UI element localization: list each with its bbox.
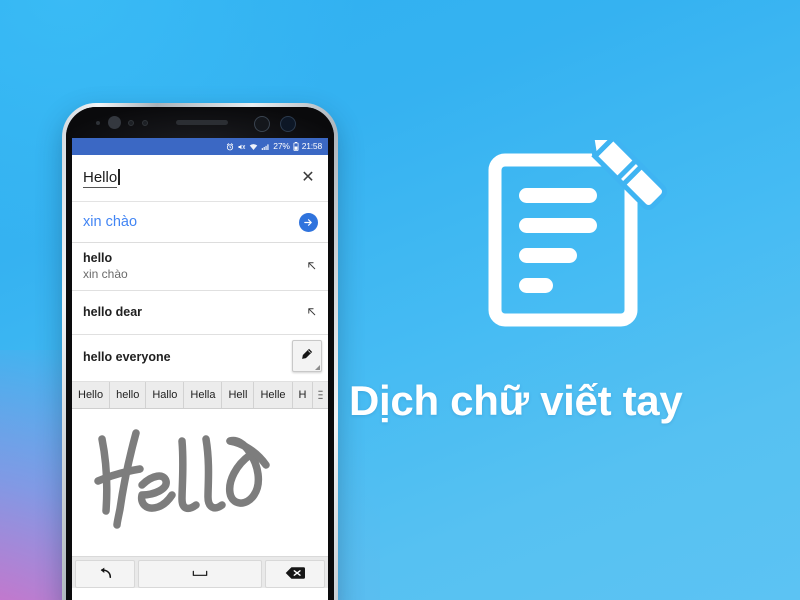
iris-scanner-icon: [254, 116, 270, 132]
promo-banner: 27% 21:58 Hello ✕ xin chào hello xin chà…: [0, 0, 800, 600]
handwriting-canvas[interactable]: [72, 409, 328, 557]
candidate-1[interactable]: hello: [110, 382, 147, 408]
search-row[interactable]: Hello ✕: [72, 155, 328, 202]
more-options-icon[interactable]: [313, 382, 328, 408]
undo-icon: [98, 567, 113, 582]
mute-icon: [237, 143, 246, 151]
suggestion-word: hello: [83, 250, 113, 265]
led-indicator-icon: [96, 121, 100, 125]
translation-result: xin chào: [83, 214, 138, 230]
phone-glass: 27% 21:58 Hello ✕ xin chào hello xin chà…: [66, 107, 334, 600]
candidate-5[interactable]: Helle: [254, 382, 293, 408]
arrow-right-icon: [298, 212, 318, 232]
text-caret: [118, 168, 120, 185]
battery-icon: [293, 142, 299, 151]
arrow-northwest-icon[interactable]: [294, 259, 328, 274]
suggestion-translation: xin chào: [83, 266, 128, 281]
status-clock: 21:58: [301, 141, 322, 152]
pen-icon: [300, 347, 314, 366]
candidate-3[interactable]: Hella: [184, 382, 223, 408]
space-icon: [192, 567, 208, 581]
go-button[interactable]: [288, 212, 328, 232]
list-item[interactable]: hello xin chào: [72, 243, 328, 291]
search-input[interactable]: Hello: [72, 168, 288, 188]
status-bar: 27% 21:58: [72, 138, 328, 155]
backspace-icon: [285, 566, 305, 583]
translation-row[interactable]: xin chào: [72, 202, 328, 243]
signal-icon: [261, 143, 270, 151]
document-pencil-icon: [487, 131, 677, 340]
space-button[interactable]: [138, 560, 262, 588]
pen-tool-button[interactable]: [292, 340, 322, 372]
candidate-2[interactable]: Hallo: [146, 382, 185, 408]
candidate-4[interactable]: Hell: [222, 382, 255, 408]
list-item[interactable]: hello dear: [72, 291, 328, 335]
proximity-sensor-icon: [108, 116, 121, 129]
suggestion-word: hello dear: [83, 304, 143, 319]
wifi-icon: [249, 143, 258, 151]
alarm-icon: [226, 142, 234, 151]
search-input-value: Hello: [83, 168, 118, 188]
candidate-6[interactable]: H: [292, 382, 314, 408]
page-title: Dịch chữ viết tay: [349, 377, 683, 424]
earpiece-speaker-icon: [176, 120, 228, 125]
clear-text-button[interactable]: ✕: [288, 170, 328, 186]
candidate-strip[interactable]: Hello hello Hallo Hella Hell Helle H: [72, 382, 328, 409]
candidate-0[interactable]: Hello: [72, 382, 111, 408]
sensor-small-1-icon: [128, 120, 134, 126]
front-camera-icon: [280, 116, 296, 132]
list-item[interactable]: hello everyone: [72, 335, 328, 382]
suggestion-content: hello dear: [83, 305, 294, 321]
sensor-small-2-icon: [142, 120, 148, 126]
phone-top-bezel: [66, 107, 334, 138]
backspace-button[interactable]: [265, 560, 325, 588]
undo-button[interactable]: [75, 560, 135, 588]
phone-mockup: 27% 21:58 Hello ✕ xin chào hello xin chà…: [62, 103, 338, 600]
handwriting-ink: [94, 429, 270, 529]
phone-screen: 27% 21:58 Hello ✕ xin chào hello xin chà…: [72, 138, 328, 600]
suggestion-content: hello xin chào: [83, 251, 294, 282]
arrow-northwest-icon[interactable]: [294, 305, 328, 320]
resize-grip-icon[interactable]: [315, 365, 320, 370]
battery-percent: 27%: [273, 141, 290, 152]
keyboard-bottom-bar[interactable]: [72, 557, 328, 588]
